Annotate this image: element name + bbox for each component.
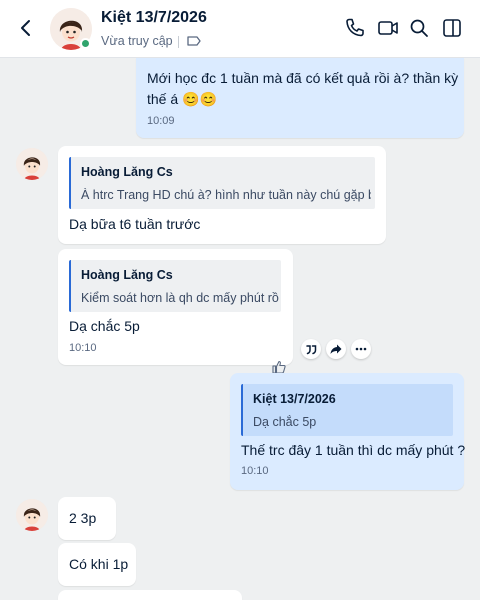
quoted-message[interactable]: Kiệt 13/7/2026 Dạ chắc 5p	[241, 384, 453, 436]
online-status-dot	[80, 38, 91, 49]
message-bubble-received[interactable]: Có khi 1p	[58, 543, 136, 586]
contact-name[interactable]: Kiệt 13/7/2026	[101, 9, 207, 27]
search-icon[interactable]	[407, 16, 431, 40]
quoted-sender-name: Hoàng Lăng Cs	[81, 165, 173, 179]
message-text: Có khi 1p	[69, 556, 129, 572]
message-text-line: Mới học đc 1 tuần mà đã có kết quả rồi à…	[147, 70, 459, 86]
message-text: Dạ bữa t6 tuần trước	[69, 216, 201, 232]
message-bubble-sent[interactable]: Kiệt 13/7/2026 Dạ chắc 5p Thế trc đây 1 …	[230, 373, 466, 490]
quoted-text: Kiểm soát hơn là qh dc mấy phút rồi ?	[81, 291, 279, 305]
video-call-icon[interactable]	[376, 16, 400, 40]
phone-icon[interactable]	[343, 16, 367, 40]
status-divider	[178, 36, 179, 48]
quoted-message[interactable]: Hoàng Lăng Cs Kiểm soát hơn là qh dc mấy…	[69, 260, 281, 312]
tag-icon[interactable]	[186, 33, 202, 49]
message-time: 10:10	[241, 465, 269, 477]
message-time: 10:09	[147, 115, 175, 127]
message-text: Dạ chắc 5p	[69, 318, 140, 334]
message-bubble-received[interactable]: 2 3p	[58, 497, 116, 540]
more-button[interactable]	[351, 339, 371, 359]
contact-avatar-small[interactable]	[16, 148, 48, 180]
quoted-sender-name: Kiệt 13/7/2026	[253, 392, 336, 406]
message-text: Thế trc đây 1 tuần thì dc mấy phút ?	[241, 442, 466, 458]
share-button[interactable]	[326, 339, 346, 359]
message-time: 10:10	[69, 342, 97, 354]
sidebar-toggle-icon[interactable]	[440, 16, 464, 40]
contact-avatar-small[interactable]	[16, 499, 48, 531]
message-text-line: thế á 😊😊	[147, 91, 217, 107]
more-icon	[355, 347, 367, 351]
quoted-sender-name: Hoàng Lăng Cs	[81, 268, 173, 282]
message-bubble-received[interactable]: Hoàng Lăng Cs Kiểm soát hơn là qh dc mấy…	[58, 249, 293, 365]
message-bubble-received[interactable]	[58, 590, 242, 600]
quoted-message[interactable]: Hoàng Lăng Cs À htrc Trang HD chú à? hìn…	[69, 157, 375, 209]
quote-icon	[306, 345, 317, 355]
quoted-text: À htrc Trang HD chú à? hình như tuần này…	[81, 188, 371, 202]
reply-button[interactable]	[301, 339, 321, 359]
last-seen-status: Vừa truy cập	[101, 34, 173, 48]
message-bubble-sent[interactable]: Mới học đc 1 tuần mà đã có kết quả rồi à…	[136, 58, 464, 138]
chat-header: Kiệt 13/7/2026 Vừa truy cập	[0, 0, 480, 58]
chevron-left-icon[interactable]	[14, 16, 38, 40]
quoted-text: Dạ chắc 5p	[253, 415, 317, 429]
message-bubble-received[interactable]: Hoàng Lăng Cs À htrc Trang HD chú à? hìn…	[58, 146, 386, 244]
share-icon	[330, 344, 342, 354]
message-text: 2 3p	[69, 510, 97, 526]
